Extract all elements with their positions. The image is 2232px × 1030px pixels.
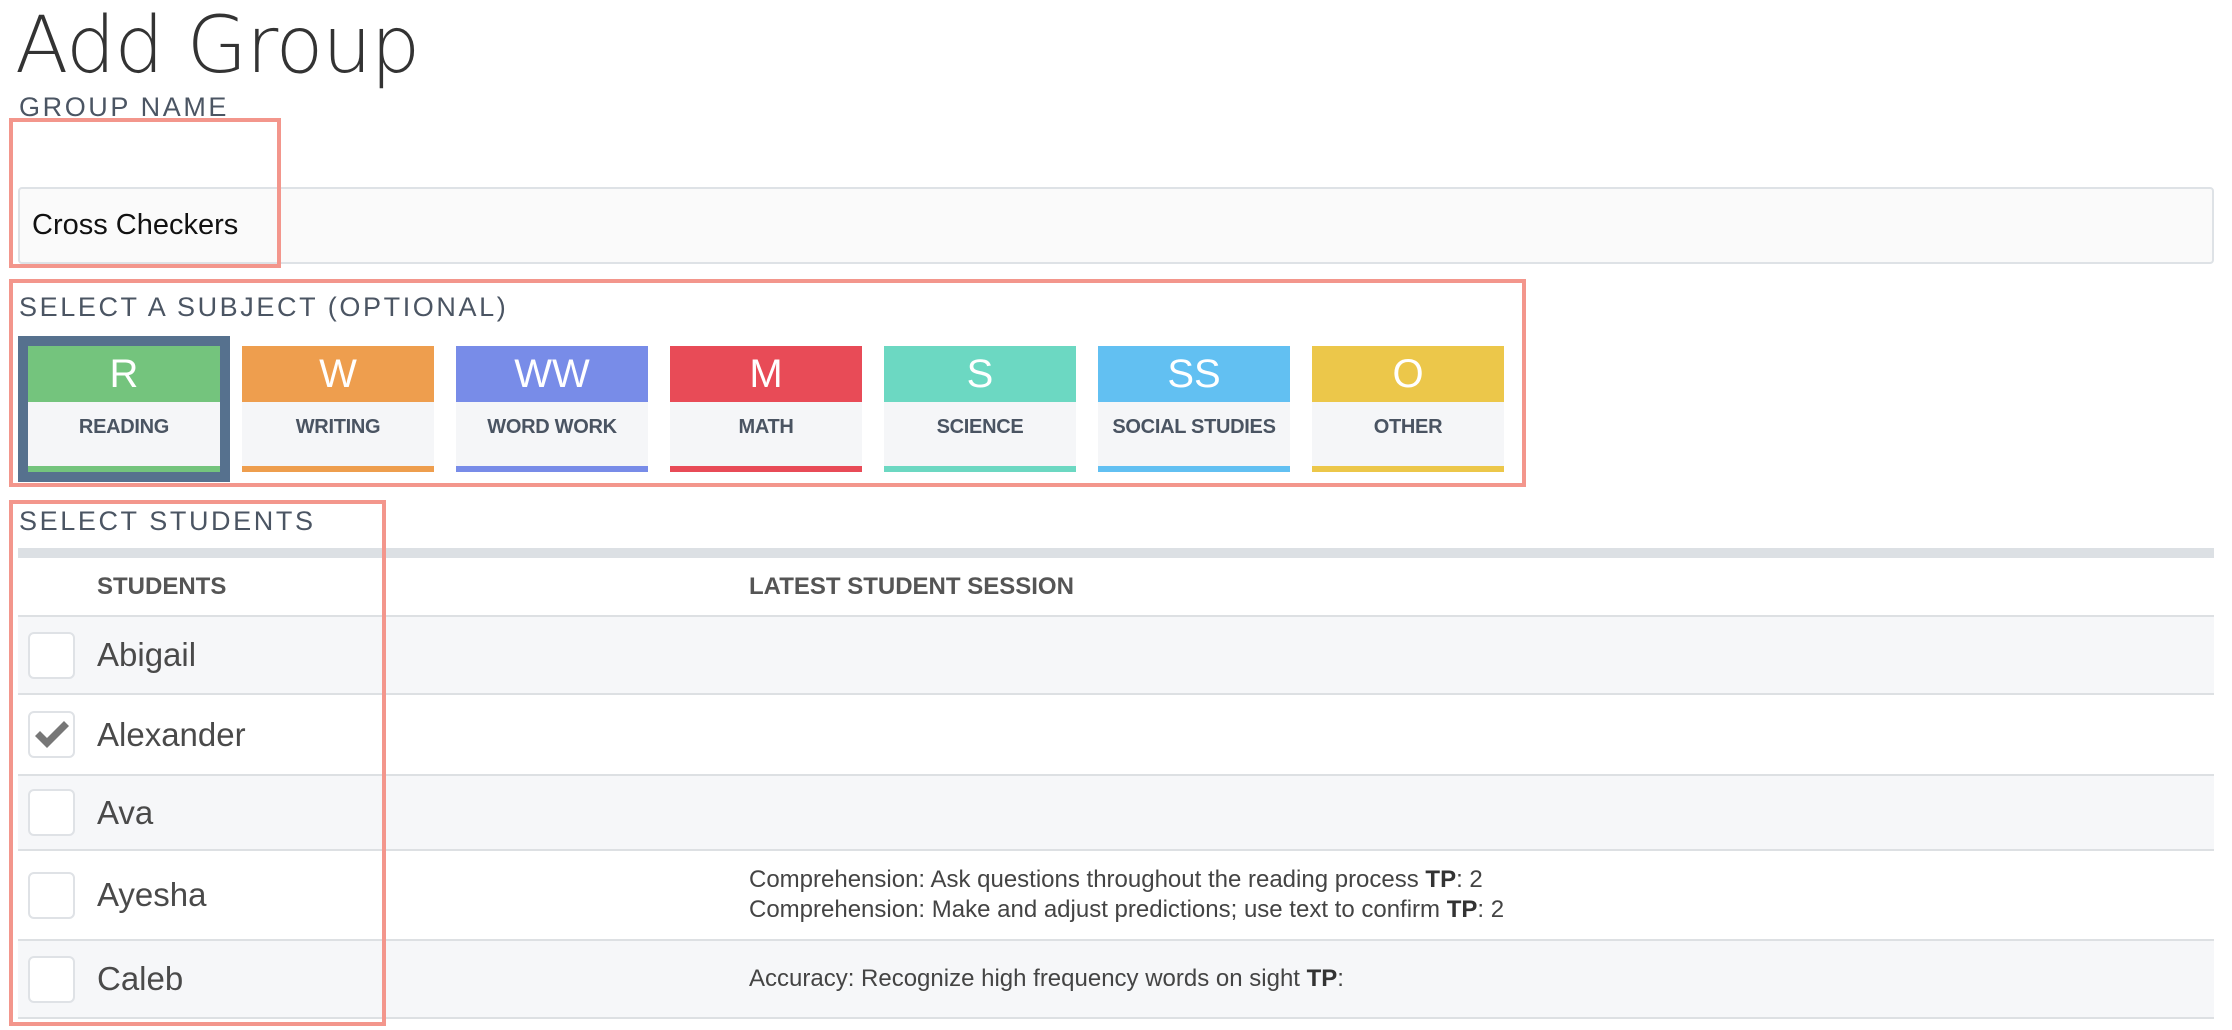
- session-line: Accuracy: Recognize high frequency words…: [749, 964, 1344, 994]
- subject-tile-writing[interactable]: W WRITING: [242, 346, 434, 472]
- subject-abbr: W: [242, 346, 434, 402]
- subject-label-text: WORD WORK: [487, 416, 617, 438]
- checkmark-icon: [34, 720, 69, 748]
- table-row: Ava: [18, 776, 2214, 851]
- tp-label: TP: [1425, 866, 1457, 893]
- subject-label-text: WRITING: [295, 416, 381, 438]
- subject-tile-other[interactable]: O OTHER: [1312, 346, 1504, 472]
- student-name: Alexander: [97, 715, 246, 753]
- subject-abbr: R: [28, 346, 220, 402]
- session-line: Comprehension: Ask questions throughout …: [749, 865, 1504, 895]
- subject-color-bar: [884, 466, 1076, 472]
- student-name: Caleb: [97, 960, 184, 997]
- subject-color-bar: [1098, 466, 1290, 472]
- subject-color-bar: [456, 466, 648, 472]
- subject-label-text: SOCIAL STUDIES: [1112, 416, 1276, 438]
- subject-label-text: SCIENCE: [936, 416, 1024, 438]
- student-checkbox[interactable]: [28, 711, 75, 758]
- tp-value: : 2: [1477, 896, 1505, 923]
- subject-color-bar: [28, 466, 220, 472]
- student-name: Ava: [97, 793, 154, 831]
- subject-abbr: M: [670, 346, 862, 402]
- student-checkbox[interactable]: [28, 631, 75, 679]
- session-skill: Comprehension: Ask questions throughout …: [749, 866, 1426, 893]
- subject-label-text: MATH: [738, 416, 794, 438]
- column-header-latest-session: LATEST STUDENT SESSION: [749, 572, 1074, 600]
- subject-abbr: O: [1312, 346, 1504, 402]
- page-title: Add Group: [15, 1, 420, 91]
- subject-abbr: WW: [456, 346, 648, 402]
- subject-label: SELECT A SUBJECT (OPTIONAL): [19, 292, 509, 322]
- subject-label-text: READING: [78, 416, 170, 438]
- subject-color-bar: [242, 466, 434, 472]
- table-row: Alexander: [18, 695, 2214, 776]
- latest-session: Comprehension: Ask questions throughout …: [749, 865, 1504, 925]
- students-table: STUDENTS LATEST STUDENT SESSION Abigail A…: [18, 548, 2214, 1019]
- table-row: Caleb Accuracy: Recognize high frequency …: [18, 941, 2214, 1019]
- subject-color-bar: [1312, 466, 1504, 472]
- table-header: STUDENTS LATEST STUDENT SESSION: [18, 558, 2214, 617]
- student-checkbox[interactable]: [28, 789, 75, 836]
- student-checkbox[interactable]: [28, 955, 75, 1003]
- student-name: Abigail: [97, 636, 197, 673]
- tp-value: : 2: [1456, 866, 1483, 893]
- latest-session: Accuracy: Recognize high frequency words…: [749, 964, 1344, 994]
- group-name-input[interactable]: [18, 187, 2214, 264]
- subject-abbr: SS: [1098, 346, 1290, 402]
- tp-label: TP: [1446, 896, 1478, 923]
- tp-value: :: [1337, 965, 1344, 992]
- subject-tile-math[interactable]: M MATH: [670, 346, 862, 472]
- students-label: SELECT STUDENTS: [19, 506, 316, 536]
- subject-tile-science[interactable]: S SCIENCE: [884, 346, 1076, 472]
- subject-abbr: S: [884, 346, 1076, 402]
- tp-label: TP: [1306, 965, 1338, 992]
- student-checkbox[interactable]: [28, 871, 75, 919]
- subject-label-text: OTHER: [1373, 416, 1443, 438]
- session-skill: Accuracy: Recognize high frequency words…: [749, 965, 1307, 992]
- table-row: Abigail: [18, 617, 2214, 695]
- subject-tile-word-work[interactable]: WW WORD WORK: [456, 346, 648, 472]
- session-line: Comprehension: Make and adjust predictio…: [749, 895, 1504, 925]
- column-header-students: STUDENTS: [97, 572, 227, 600]
- table-top-bar: [18, 548, 2214, 558]
- student-name: Ayesha: [97, 876, 207, 913]
- subject-tile-reading[interactable]: R READING: [18, 336, 230, 482]
- subject-color-bar: [670, 466, 862, 472]
- table-row: Ayesha Comprehension: Ask questions throu…: [18, 851, 2214, 941]
- subject-tile-social-studies[interactable]: SS SOCIAL STUDIES: [1098, 346, 1290, 472]
- session-skill: Comprehension: Make and adjust predictio…: [749, 896, 1447, 923]
- group-name-label: GROUP NAME: [19, 92, 230, 122]
- subject-tiles: R READING W WRITING WW WORD WORK M MATH S SCIENCE…: [18, 336, 1504, 482]
